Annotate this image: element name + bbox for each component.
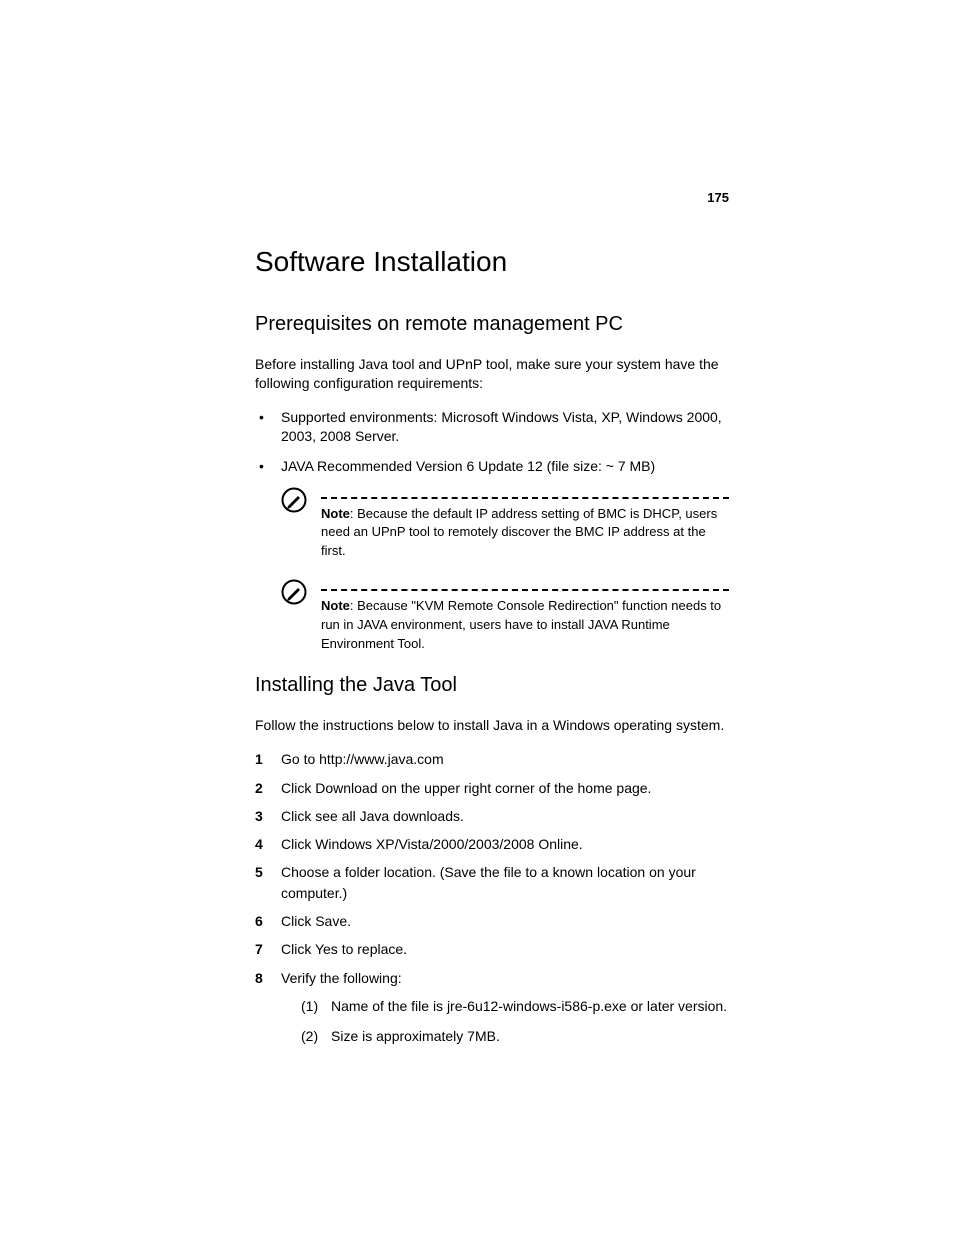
list-item: Verify the following: Name of the file i… <box>255 968 729 1047</box>
list-item: Click see all Java downloads. <box>255 806 729 826</box>
steps-list: Go to http://www.java.com Click Download… <box>255 749 729 1046</box>
list-item: Go to http://www.java.com <box>255 749 729 769</box>
list-item: Click Windows XP/Vista/2000/2003/2008 On… <box>255 834 729 854</box>
page-title: Software Installation <box>255 245 729 279</box>
list-item: Choose a folder location. (Save the file… <box>255 862 729 903</box>
document-page: 175 Software Installation Prerequisites … <box>0 0 954 1116</box>
note-block: Note: Because the default IP address set… <box>281 487 729 562</box>
installing-intro: Follow the instructions below to install… <box>255 716 729 736</box>
note-text: Note: Because "KVM Remote Console Redire… <box>321 597 729 654</box>
note-divider <box>321 497 729 499</box>
prerequisites-list: Supported environments: Microsoft Window… <box>255 408 729 477</box>
note-text: Note: Because the default IP address set… <box>321 505 729 562</box>
pencil-icon <box>281 579 307 605</box>
list-item: JAVA Recommended Version 6 Update 12 (fi… <box>255 457 729 477</box>
list-item: Click Download on the upper right corner… <box>255 778 729 798</box>
list-item: Click Save. <box>255 911 729 931</box>
note-block: Note: Because "KVM Remote Console Redire… <box>281 579 729 654</box>
step-label: Verify the following: <box>281 970 402 986</box>
pencil-icon <box>281 487 307 513</box>
prerequisites-intro: Before installing Java tool and UPnP too… <box>255 355 729 394</box>
note-divider <box>321 589 729 591</box>
list-item: Size is approximately 7MB. <box>301 1026 729 1046</box>
list-item: Name of the file is jre-6u12-windows-i58… <box>301 996 729 1016</box>
substeps-list: Name of the file is jre-6u12-windows-i58… <box>301 996 729 1047</box>
section-heading-installing: Installing the Java Tool <box>255 672 729 698</box>
list-item: Click Yes to replace. <box>255 939 729 959</box>
section-heading-prerequisites: Prerequisites on remote management PC <box>255 311 729 337</box>
page-number: 175 <box>255 190 729 205</box>
list-item: Supported environments: Microsoft Window… <box>255 408 729 447</box>
